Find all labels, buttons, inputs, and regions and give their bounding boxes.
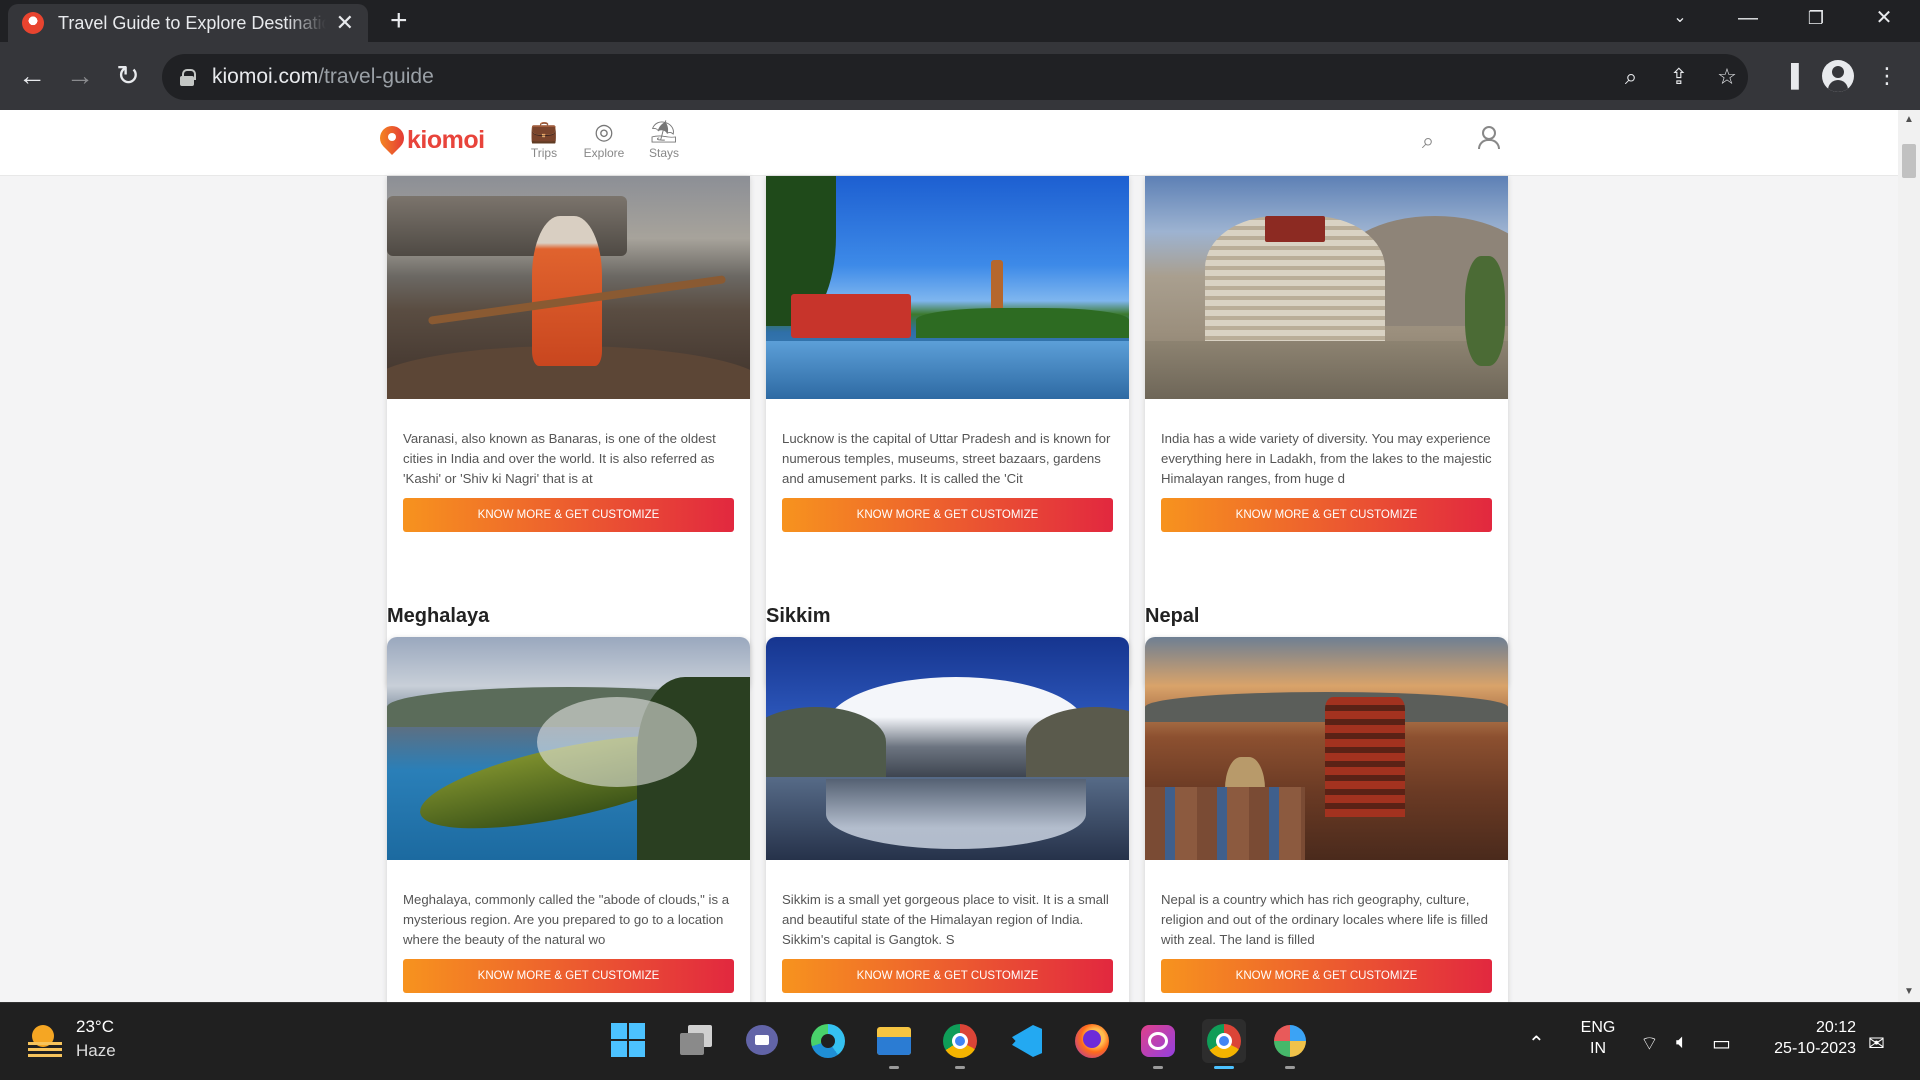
language-code: ENG: [1580, 1019, 1616, 1036]
url-host: kiomoi.com: [212, 65, 319, 88]
ladakh-monastery-image[interactable]: [1145, 176, 1508, 399]
weather-temperature: 23°C: [76, 1017, 114, 1036]
card-description: India has a wide variety of diversity. Y…: [1161, 431, 1492, 486]
know-more-button[interactable]: KNOW MORE & GET CUSTOMIZE: [1161, 498, 1492, 532]
card-description: Lucknow is the capital of Uttar Pradesh …: [782, 431, 1111, 486]
nav-label: Stays: [648, 146, 679, 160]
reload-icon[interactable]: ↻: [110, 58, 146, 94]
vscode-icon[interactable]: [1004, 1019, 1048, 1063]
edge-icon[interactable]: [806, 1019, 850, 1063]
globe-icon: ◎: [594, 119, 614, 144]
destination-card: Nepal is a country which has rich geogra…: [1145, 637, 1508, 1002]
page-scrollbar[interactable]: ▲ ▼: [1898, 110, 1920, 1002]
side-panel-icon[interactable]: ▐: [1774, 60, 1808, 92]
card-description: Varanasi, also known as Banaras, is one …: [403, 431, 716, 486]
destination-title[interactable]: Meghalaya: [387, 605, 489, 628]
share-icon[interactable]: ⇪: [1664, 62, 1694, 92]
scrollbar-thumb[interactable]: [1902, 144, 1916, 178]
volume-icon[interactable]: 🔈︎: [1676, 1031, 1688, 1054]
know-more-button[interactable]: KNOW MORE & GET CUSTOMIZE: [782, 498, 1113, 532]
notifications-icon[interactable]: ✉: [1868, 1031, 1885, 1056]
new-tab-button[interactable]: +: [390, 6, 408, 36]
tab-close-icon[interactable]: ✕: [336, 10, 354, 36]
zoom-icon[interactable]: ⌕: [1616, 62, 1646, 92]
location-pin-icon: [380, 124, 404, 156]
site-header: kiomoi 💼 Trips ◎ Explore ⛱ Stays ⌕: [0, 110, 1898, 176]
forward-arrow-icon[interactable]: →: [62, 58, 98, 94]
lucknow-clock-tower-image[interactable]: [766, 176, 1129, 399]
star-icon[interactable]: ☆: [1712, 62, 1742, 92]
destination-card: Sikkim is a small yet gorgeous place to …: [766, 637, 1129, 1002]
know-more-button[interactable]: KNOW MORE & GET CUSTOMIZE: [1161, 959, 1492, 993]
card-description: Sikkim is a small yet gorgeous place to …: [782, 892, 1109, 947]
weather-description: Haze: [76, 1041, 116, 1060]
nav-label: Explore: [583, 146, 625, 160]
chrome-icon[interactable]: [1202, 1019, 1246, 1069]
page-viewport: kiomoi 💼 Trips ◎ Explore ⛱ Stays ⌕ Varan…: [0, 110, 1920, 1002]
search-icon[interactable]: ⌕: [1414, 128, 1442, 154]
control-panel-icon[interactable]: [1268, 1019, 1312, 1069]
browser-toolbar: ← → ↻ kiomoi.com/travel-guide ⌕ ⇪ ☆ ▐ ⋮: [0, 42, 1920, 110]
lock-icon[interactable]: [180, 69, 196, 86]
haze-weather-icon: [26, 1021, 66, 1061]
varanasi-boatman-image[interactable]: [387, 176, 750, 399]
region-code: IN: [1590, 1040, 1606, 1057]
nav-item-explore[interactable]: ◎ Explore: [583, 118, 625, 160]
url-path: /travel-guide: [318, 65, 434, 88]
logo-text: kiomoi: [407, 125, 485, 154]
know-more-button[interactable]: KNOW MORE & GET CUSTOMIZE: [403, 498, 734, 532]
file-explorer-icon[interactable]: [872, 1019, 916, 1069]
meghalaya-lake-image[interactable]: [387, 637, 750, 860]
destination-title[interactable]: Sikkim: [766, 605, 830, 628]
show-hidden-icons-chevron-icon[interactable]: ⌃: [1528, 1031, 1545, 1056]
card-description: Nepal is a country which has rich geogra…: [1161, 892, 1488, 947]
nav-item-trips[interactable]: 💼 Trips: [524, 118, 564, 160]
browser-tab-active[interactable]: Travel Guide to Explore Destinations ✕: [8, 4, 368, 42]
back-arrow-icon[interactable]: ←: [14, 58, 50, 94]
beach-icon: ⛱: [650, 119, 678, 144]
windows-taskbar: 23°C Haze ⌃ ENG IN ⌔ 🔈︎ ▭ 20:12 25-10-20…: [0, 1002, 1920, 1080]
clock-time: 20:12: [1815, 1019, 1856, 1036]
destination-title[interactable]: Nepal: [1145, 605, 1199, 628]
scroll-down-arrow-icon[interactable]: ▼: [1898, 982, 1920, 1002]
sikkim-mountain-lake-image[interactable]: [766, 637, 1129, 860]
profile-icon[interactable]: [1822, 60, 1854, 92]
site-nav: 💼 Trips ◎ Explore ⛱ Stays: [524, 118, 684, 160]
clock[interactable]: 20:12 25-10-2023: [1760, 1019, 1856, 1058]
know-more-button[interactable]: KNOW MORE & GET CUSTOMIZE: [782, 959, 1113, 993]
start-icon[interactable]: [607, 1019, 651, 1063]
battery-icon[interactable]: ▭: [1712, 1031, 1731, 1056]
close-window-button[interactable]: ✕: [1854, 2, 1914, 34]
nav-label: Trips: [530, 146, 558, 160]
know-more-button[interactable]: KNOW MORE & GET CUSTOMIZE: [403, 959, 734, 993]
restore-button[interactable]: ❐: [1786, 2, 1846, 34]
teams-chat-icon[interactable]: [740, 1019, 784, 1063]
briefcase-icon: 💼: [530, 119, 558, 144]
kebab-menu-icon[interactable]: ⋮: [1870, 60, 1904, 92]
kiomoi-favicon-icon: [22, 12, 44, 34]
input-language[interactable]: ENG IN: [1574, 1019, 1622, 1058]
destination-card: Meghalaya, commonly called the "abode of…: [387, 637, 750, 1002]
whatsapp-icon[interactable]: [1136, 1019, 1180, 1069]
nepal-temples-image[interactable]: [1145, 637, 1508, 860]
firefox-icon[interactable]: [1070, 1019, 1114, 1063]
clock-date: 25-10-2023: [1774, 1040, 1856, 1057]
address-bar[interactable]: kiomoi.com/travel-guide ⌕ ⇪ ☆: [162, 54, 1748, 100]
scroll-up-arrow-icon[interactable]: ▲: [1898, 110, 1920, 130]
task-view-icon[interactable]: [674, 1019, 718, 1063]
wifi-icon[interactable]: ⌔: [1640, 1031, 1659, 1056]
tab-search-chevron-icon[interactable]: ⌄: [1650, 2, 1710, 34]
nav-item-stays[interactable]: ⛱ Stays: [644, 118, 684, 160]
chrome-beta-icon[interactable]: [938, 1019, 982, 1069]
browser-tab-strip: Travel Guide to Explore Destinations ✕ +…: [0, 0, 1920, 42]
tab-title: Travel Guide to Explore Destinations: [58, 12, 326, 33]
kiomoi-logo[interactable]: kiomoi: [380, 124, 485, 156]
card-description: Meghalaya, commonly called the "abode of…: [403, 892, 730, 947]
minimize-button[interactable]: —: [1718, 2, 1778, 34]
user-account-icon[interactable]: [1476, 124, 1500, 150]
